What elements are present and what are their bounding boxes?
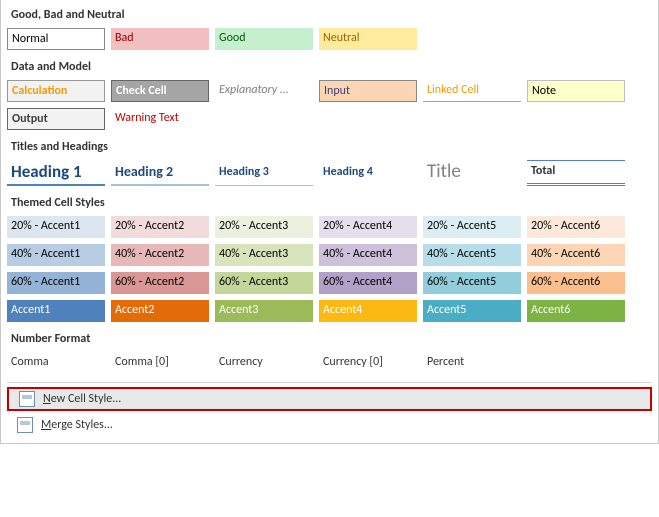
style-title[interactable]: Title [423, 160, 521, 186]
style-note[interactable]: Note [527, 80, 625, 102]
style-good[interactable]: Good [215, 28, 313, 50]
style-calculation[interactable]: Calculation [7, 80, 105, 102]
section-good-bad-neutral: Good, Bad and Neutral Normal Bad Good Ne… [7, 8, 652, 50]
section-themed-styles: Themed Cell Styles 20% - Accent120% - Ac… [7, 196, 652, 322]
style-row: 40% - Accent1 40% - Accent2 40% - Accent3 4… [7, 244, 652, 266]
style-bad[interactable]: Bad [111, 28, 209, 50]
style-warning-text[interactable]: Warning Text [111, 108, 209, 130]
style-row: Normal Bad Good Neutral [7, 28, 652, 50]
style-heading-1[interactable]: Heading 1 [7, 160, 105, 186]
style-check-cell[interactable]: Check Cell [111, 80, 209, 102]
accent-grid: 20% - Accent1 20% - Accent2 20% - Accent3 2… [7, 216, 652, 322]
style-a2-60[interactable]: 60% - Accent2 [111, 272, 209, 294]
style-a3-20[interactable]: 20% - Accent3 [215, 216, 313, 238]
style-a1-40[interactable]: 40% - Accent1 [7, 244, 105, 266]
cell-style-icon [19, 391, 35, 407]
style-a1-20[interactable]: 20% - Accent1 [7, 216, 105, 238]
section-titles-headings: Titles and Headings Heading 1 Heading 2 … [7, 140, 652, 186]
style-a1[interactable]: Accent1 [7, 300, 105, 322]
style-row: 60% - Accent1 60% - Accent2 60% - Accent3 6… [7, 272, 652, 294]
style-row: Output Warning Text [7, 108, 652, 130]
style-a6-40[interactable]: 40% - Accent6 [527, 244, 625, 266]
style-heading-2[interactable]: Heading 2 [111, 160, 209, 186]
style-row: 20% - Accent1 20% - Accent2 20% - Accent3 2… [7, 216, 652, 238]
style-heading-4[interactable]: Heading 4 [319, 160, 417, 186]
style-a1-60[interactable]: 60% - Accent1 [7, 272, 105, 294]
section-number-format: Number Format Comma Comma [0] Currency C… [7, 332, 652, 374]
style-linked-cell[interactable]: Linked Cell [423, 80, 521, 102]
section-title: Number Format [11, 332, 652, 346]
style-currency-0[interactable]: Currency [0] [319, 352, 417, 374]
style-a5[interactable]: Accent5 [423, 300, 521, 322]
style-percent[interactable]: Percent [423, 352, 521, 374]
style-a3[interactable]: Accent3 [215, 300, 313, 322]
style-a3-40[interactable]: 40% - Accent3 [215, 244, 313, 266]
menu-label: New Cell Style... [43, 392, 121, 406]
style-normal[interactable]: Normal [7, 28, 105, 50]
style-a5-60[interactable]: 60% - Accent5 [423, 272, 521, 294]
cell-styles-gallery: Good, Bad and Neutral Normal Bad Good Ne… [0, 0, 659, 444]
style-a4-40[interactable]: 40% - Accent4 [319, 244, 417, 266]
section-data-model: Data and Model Calculation Check Cell Ex… [7, 60, 652, 130]
style-a2-40[interactable]: 40% - Accent2 [111, 244, 209, 266]
cell-style-icon [17, 417, 33, 433]
section-title: Good, Bad and Neutral [11, 8, 652, 22]
style-a5-40[interactable]: 40% - Accent5 [423, 244, 521, 266]
menu-label: Merge Styles... [41, 418, 113, 432]
style-output[interactable]: Output [7, 108, 105, 130]
divider [7, 382, 652, 383]
style-a6-60[interactable]: 60% - Accent6 [527, 272, 625, 294]
style-currency[interactable]: Currency [215, 352, 313, 374]
style-neutral[interactable]: Neutral [319, 28, 417, 50]
style-a2[interactable]: Accent2 [111, 300, 209, 322]
style-a6[interactable]: Accent6 [527, 300, 625, 322]
style-explanatory[interactable]: Explanatory ... [215, 80, 313, 102]
style-total[interactable]: Total [527, 160, 625, 186]
style-comma[interactable]: Comma [7, 352, 105, 374]
style-a6-20[interactable]: 20% - Accent6 [527, 216, 625, 238]
style-row: Comma Comma [0] Currency Currency [0] Pe… [7, 352, 652, 374]
section-title: Themed Cell Styles [11, 196, 652, 210]
style-a2-20[interactable]: 20% - Accent2 [111, 216, 209, 238]
section-title: Data and Model [11, 60, 652, 74]
style-a4-60[interactable]: 60% - Accent4 [319, 272, 417, 294]
style-comma-0[interactable]: Comma [0] [111, 352, 209, 374]
style-input[interactable]: Input [319, 80, 417, 102]
style-a4-20[interactable]: 20% - Accent4 [319, 216, 417, 238]
menu-new-cell-style[interactable]: New Cell Style... [7, 387, 652, 411]
style-row: Calculation Check Cell Explanatory ... I… [7, 80, 652, 102]
style-a4[interactable]: Accent4 [319, 300, 417, 322]
section-title: Titles and Headings [11, 140, 652, 154]
style-a3-60[interactable]: 60% - Accent3 [215, 272, 313, 294]
style-row: Accent1 Accent2 Accent3 Accent4 Accent5 Accen… [7, 300, 652, 322]
style-row: Heading 1 Heading 2 Heading 3 Heading 4 … [7, 160, 652, 186]
style-heading-3[interactable]: Heading 3 [215, 160, 313, 186]
menu-merge-styles[interactable]: Merge Styles... [7, 413, 652, 437]
style-a5-20[interactable]: 20% - Accent5 [423, 216, 521, 238]
